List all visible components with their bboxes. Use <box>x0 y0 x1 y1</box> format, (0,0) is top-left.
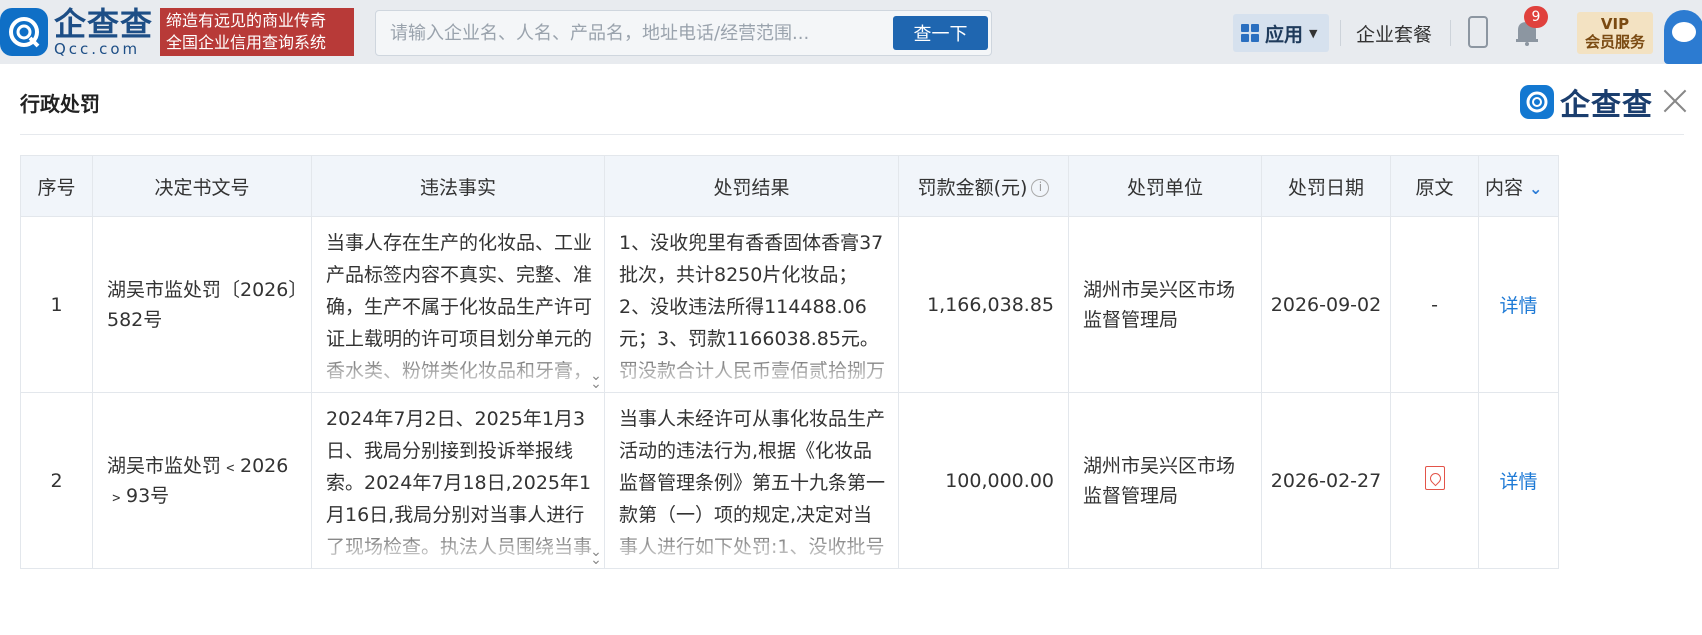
slogan-line-2: 全国企业信用查询系统 <box>166 33 327 52</box>
row-result-cell: 当事人未经许可从事化妆品生产活动的违法行为,根据《化妆品监督管理条例》第五十九条… <box>604 392 899 569</box>
table-row: 2 湖吴市监处罚﹤2026﹥93号 2024年7月2日、2025年1月3日、我局… <box>20 392 1559 569</box>
col-header-original: 原文 <box>1390 155 1479 217</box>
col-header-amount: 罚款金额(元) i <box>898 155 1069 217</box>
logo-chinese-text: 企查查 <box>54 5 154 43</box>
col-header-content-label: 内容 <box>1485 176 1524 199</box>
col-header-date: 处罚日期 <box>1261 155 1391 217</box>
search-box: 查一下 <box>375 10 992 56</box>
dialog-title: 行政处罚 <box>20 92 100 116</box>
logo-english-text: Qcc.com <box>54 40 141 58</box>
administrative-penalty-dialog: 行政处罚 企查查 序号 决定书文号 违法事实 处罚结果 罚款金额(元) i 处罚单… <box>0 64 1702 635</box>
row-doc-no: 湖吴市监处罚〔2026〕582号 <box>92 216 312 393</box>
expand-text-icon[interactable]: ⌄ ⌄ <box>588 369 604 391</box>
row-index: 1 <box>20 216 93 393</box>
row-date: 2026-09-02 <box>1261 216 1391 393</box>
vip-label: VIP <box>1600 15 1630 33</box>
close-icon[interactable] <box>1662 88 1688 114</box>
search-button[interactable]: 查一下 <box>893 16 988 50</box>
row-doc-no: 湖吴市监处罚﹤2026﹥93号 <box>92 392 312 569</box>
title-divider <box>20 134 1684 135</box>
divider <box>1450 20 1451 46</box>
col-header-content: 内容 ⌄ <box>1478 155 1559 217</box>
logo-icon <box>0 8 48 56</box>
apps-menu-button[interactable]: 应用 ▼ <box>1233 14 1329 52</box>
top-navigation-bar: 企查查 Qcc.com 缔造有远见的商业传奇 全国企业信用查询系统 查一下 应用… <box>0 0 1702 64</box>
table-header-row: 序号 决定书文号 违法事实 处罚结果 罚款金额(元) i 处罚单位 处罚日期 原文… <box>20 155 1559 217</box>
col-header-amount-label: 罚款金额(元) <box>917 176 1028 199</box>
detail-link[interactable]: 详情 <box>1478 392 1559 569</box>
enterprise-package-link[interactable]: 企业套餐 <box>1356 20 1432 47</box>
dialog-brand-logo: 企查查 <box>1520 80 1653 124</box>
row-original: - <box>1390 216 1479 393</box>
notification-count-badge: 9 <box>1524 6 1548 28</box>
vip-membership-button[interactable]: VIP 会员服务 <box>1577 12 1653 54</box>
col-header-index: 序号 <box>20 155 93 217</box>
col-header-unit: 处罚单位 <box>1068 155 1262 217</box>
chevron-down-icon: ▼ <box>1309 26 1318 40</box>
mascot-avatar-icon[interactable] <box>1664 10 1702 64</box>
slogan-line-1: 缔造有远见的商业传奇 <box>166 11 327 30</box>
row-date: 2026-02-27 <box>1261 392 1391 569</box>
penalty-table: 序号 决定书文号 违法事实 处罚结果 罚款金额(元) i 处罚单位 处罚日期 原文… <box>20 155 1559 569</box>
slogan-banner: 缔造有远见的商业传奇 全国企业信用查询系统 <box>160 8 354 56</box>
row-index: 2 <box>20 392 93 569</box>
row-original-cell <box>1390 392 1479 569</box>
detail-link[interactable]: 详情 <box>1478 216 1559 393</box>
pdf-icon[interactable] <box>1424 466 1445 490</box>
brand-text: 企查查 <box>1560 88 1653 123</box>
brand-logo-icon <box>1520 85 1554 119</box>
row-unit: 湖州市吴兴区市场监督管理局 <box>1068 392 1262 569</box>
divider <box>1340 20 1341 46</box>
search-input[interactable] <box>390 11 850 55</box>
apps-grid-icon <box>1241 24 1259 42</box>
row-amount: 100,000.00 <box>898 392 1069 569</box>
row-facts-cell: 2024年7月2日、2025年1月3日、我局分别接到投诉举报线索。2024年7月… <box>311 392 605 569</box>
col-header-doc-no: 决定书文号 <box>92 155 312 217</box>
site-logo[interactable]: 企查查 Qcc.com <box>0 6 153 58</box>
row-result-cell: 1、没收兜里有香香固体香膏37批次，共计8250片化妆品；2、没收违法所得114… <box>604 216 899 393</box>
apps-label: 应用 <box>1265 23 1304 46</box>
mobile-phone-icon[interactable] <box>1468 16 1488 48</box>
info-icon[interactable]: i <box>1031 179 1050 197</box>
column-toggle-icon[interactable]: ⌄ <box>1529 179 1542 198</box>
row-unit: 湖州市吴兴区市场监督管理局 <box>1068 216 1262 393</box>
row-amount: 1,166,038.85 <box>898 216 1069 393</box>
col-header-result: 处罚结果 <box>604 155 899 217</box>
expand-text-icon[interactable]: ⌄ ⌄ <box>588 545 604 567</box>
table-row: 1 湖吴市监处罚〔2026〕582号 当事人存在生产的化妆品、工业产品标签内容不… <box>20 216 1559 393</box>
vip-service-label: 会员服务 <box>1584 33 1645 51</box>
row-facts-cell: 当事人存在生产的化妆品、工业产品标签内容不真实、完整、准确，生产不属于化妆品生产… <box>311 216 605 393</box>
col-header-facts: 违法事实 <box>311 155 605 217</box>
